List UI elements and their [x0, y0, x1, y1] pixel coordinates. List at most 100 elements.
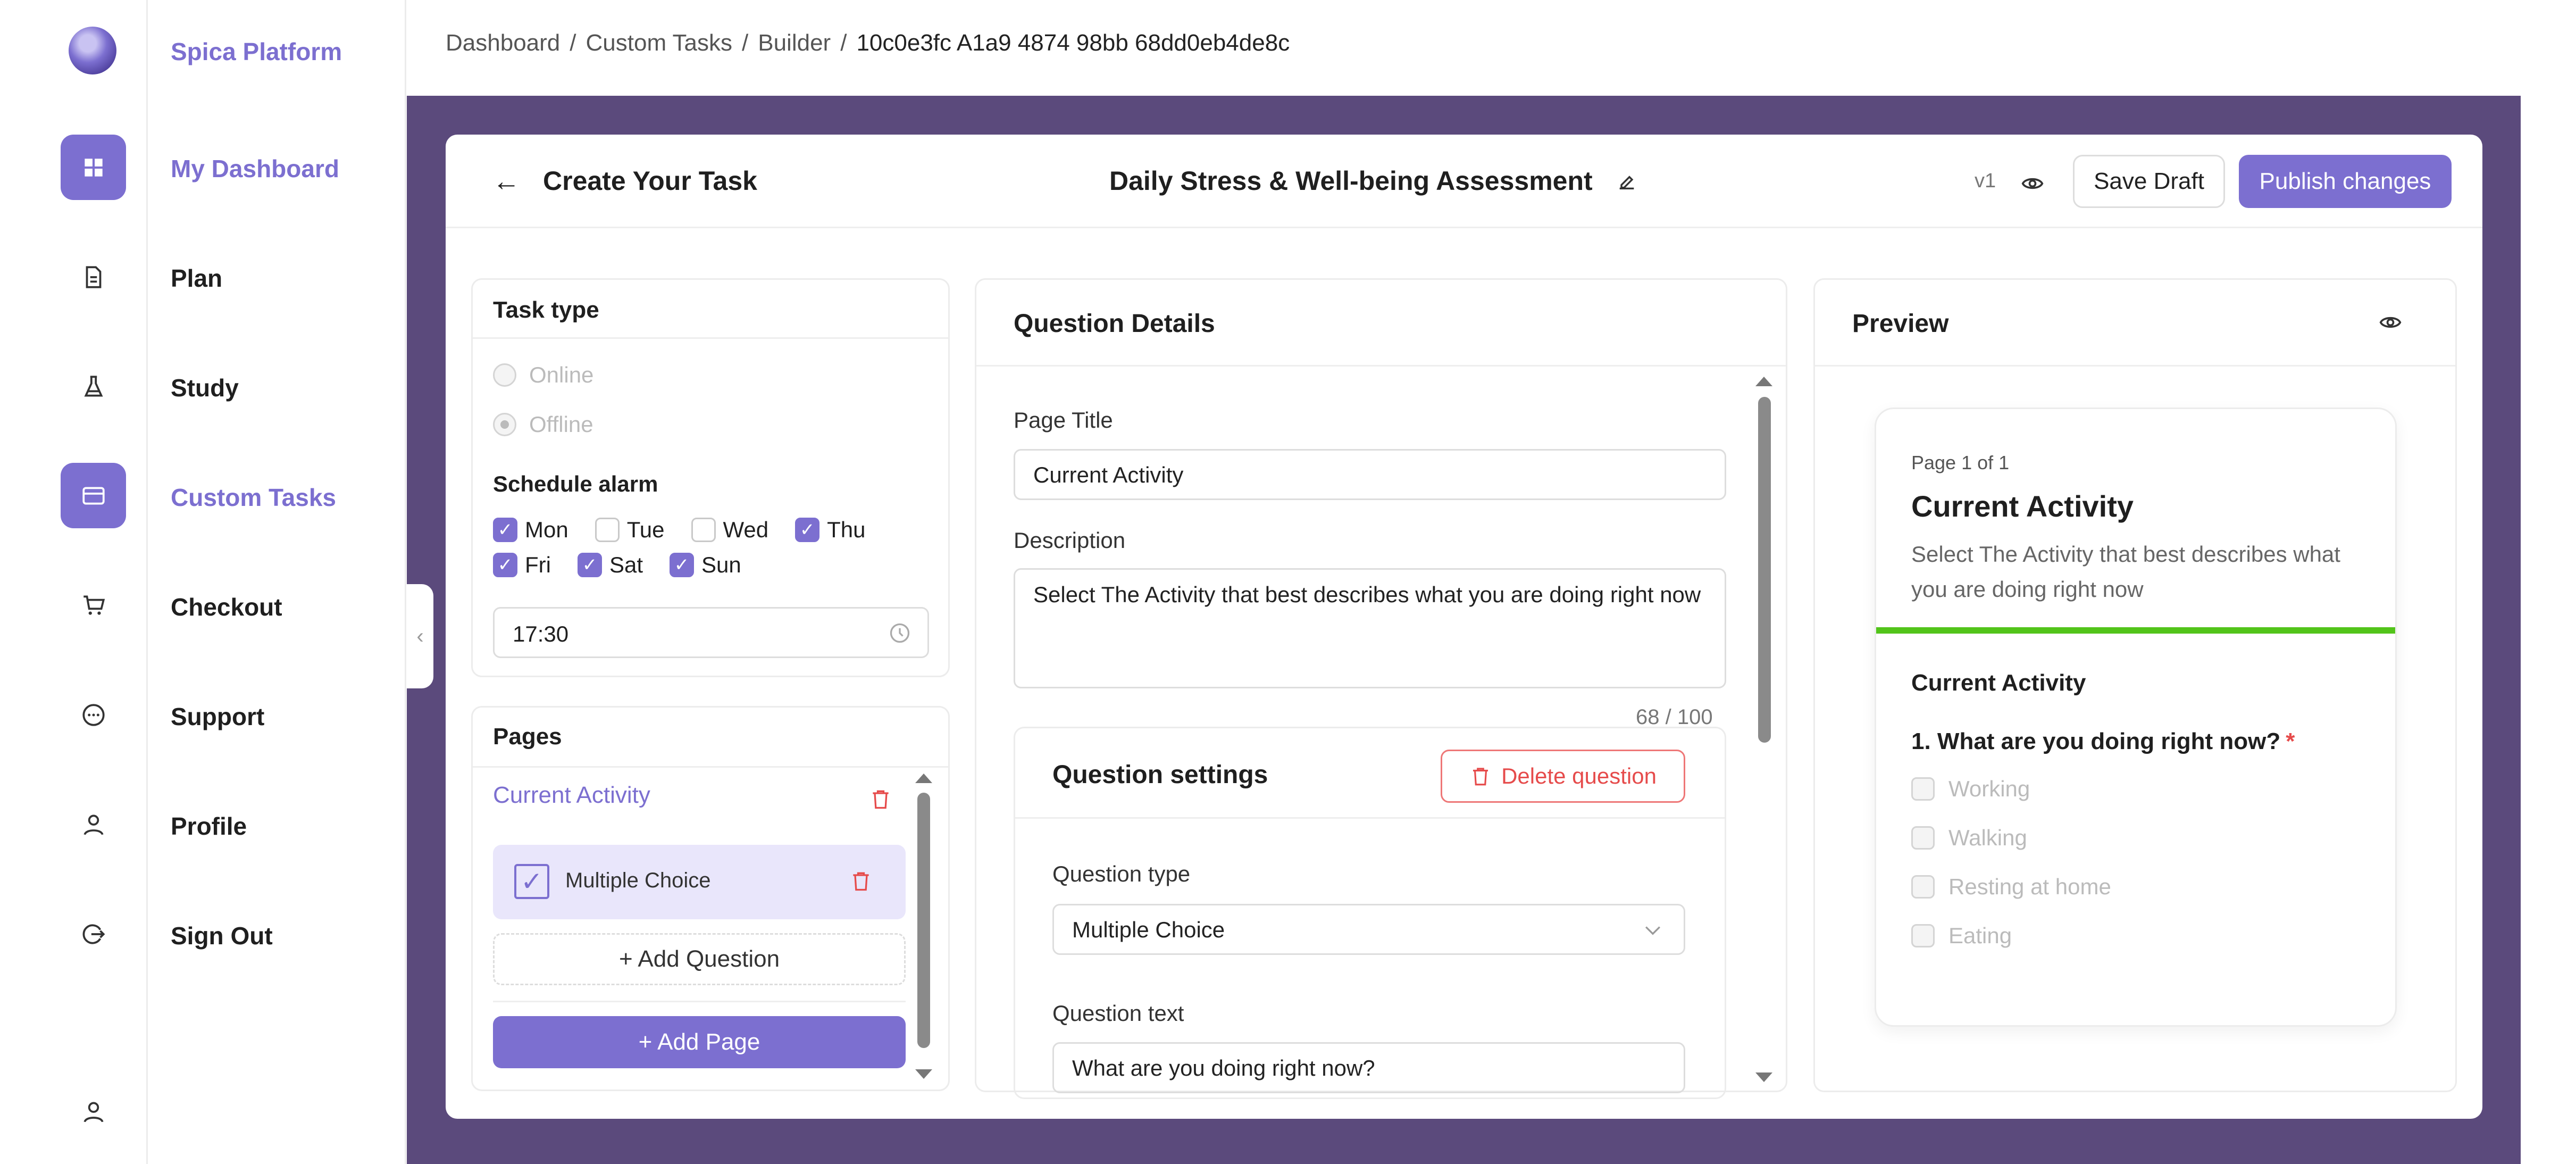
nav-signout-button[interactable] [61, 901, 126, 967]
sidebar-item-checkout[interactable]: Checkout [171, 593, 282, 621]
checkbox-sun[interactable]: ✓ [670, 553, 695, 577]
preview-progress-bar [1876, 627, 2395, 634]
sidebar-item-my-dashboard[interactable]: My Dashboard [171, 154, 339, 183]
chevron-down-icon [1641, 918, 1665, 947]
preview-question: 1. What are you doing right now? * [1911, 728, 2295, 754]
checkbox-wed[interactable] [691, 518, 716, 542]
question-type-select[interactable]: Multiple Choice [1052, 904, 1685, 955]
alarm-time-input[interactable]: 17:30 [493, 607, 929, 658]
user-icon [83, 814, 104, 835]
scroll-up-arrow-icon[interactable] [915, 774, 932, 783]
clock-icon [888, 621, 911, 650]
publish-changes-button[interactable]: Publish changes [2239, 155, 2452, 208]
sidebar-item-study[interactable]: Study [171, 373, 239, 402]
scroll-down-arrow-icon[interactable] [915, 1069, 932, 1079]
checkbox-thu[interactable]: ✓ [795, 518, 820, 542]
breadcrumb-builder[interactable]: Builder [758, 30, 831, 56]
divider [493, 1001, 906, 1002]
breadcrumb-custom-tasks[interactable]: Custom Tasks [586, 30, 733, 56]
checkbox-sat[interactable]: ✓ [577, 553, 602, 577]
eye-icon[interactable] [2021, 172, 2044, 198]
preview-panel: Preview Page 1 of 1 Current Activity Sel… [1813, 278, 2457, 1092]
breadcrumb-dashboard[interactable]: Dashboard [446, 30, 560, 56]
add-question-button[interactable]: + Add Question [493, 933, 906, 985]
checkbox-tue[interactable] [595, 518, 620, 542]
question-settings-header: Question settings Delete question [1015, 728, 1725, 819]
question-item[interactable]: ✓ Multiple Choice [493, 845, 906, 919]
preview-section-title: Current Activity [1911, 670, 2086, 696]
checkbox-icon[interactable] [1911, 777, 1935, 801]
chevron-left-icon: ‹ [416, 624, 424, 648]
checkbox-mon[interactable]: ✓ [493, 518, 517, 542]
nav-profile-button[interactable] [61, 792, 126, 857]
preview-option[interactable]: Working [1911, 776, 2030, 802]
eye-icon[interactable] [2379, 311, 2402, 337]
question-text-label: Question text [1052, 1001, 1184, 1026]
task-type-panel: Task type Online Offline Schedule alarm … [471, 278, 950, 677]
radio-offline-control[interactable] [493, 413, 516, 436]
sidebar-item-support[interactable]: Support [171, 702, 264, 731]
day-sat[interactable]: ✓ Sat [577, 552, 643, 578]
task-type-title: Task type [493, 297, 599, 323]
day-sun[interactable]: ✓ Sun [670, 552, 741, 578]
day-thu[interactable]: ✓ Thu [795, 517, 866, 543]
description-label: Description [1014, 528, 1126, 553]
add-page-button[interactable]: + Add Page [493, 1016, 906, 1068]
version-badge: v1 [1975, 170, 1996, 192]
day-mon[interactable]: ✓ Mon [493, 517, 568, 543]
builder-header: ← Create Your Task Daily Stress & Well-b… [446, 135, 2482, 228]
back-arrow-icon[interactable]: ← [492, 165, 520, 197]
nav-custom-tasks-button[interactable] [61, 463, 126, 528]
pages-scrollbar[interactable] [917, 793, 930, 1048]
radio-online-control[interactable] [493, 363, 516, 387]
edit-pencil-icon[interactable] [1616, 168, 1637, 198]
question-details-panel: Question Details Page Title Current Acti… [975, 278, 1787, 1099]
cart-icon [83, 595, 105, 615]
delete-question-button[interactable]: Delete question [1441, 750, 1685, 803]
sidebar-item-plan[interactable]: Plan [171, 264, 222, 293]
trash-icon [1473, 768, 1488, 786]
sidebar-item-custom-tasks[interactable]: Custom Tasks [171, 483, 336, 512]
description-textarea[interactable]: Select The Activity that best describes … [1014, 568, 1726, 688]
sidebar-item-profile[interactable]: Profile [171, 812, 247, 841]
brand-name: Spica Platform [171, 38, 342, 65]
checkbox-icon[interactable] [1911, 875, 1935, 899]
day-wed[interactable]: Wed [691, 517, 768, 543]
preview-description: Select The Activity that best describes … [1911, 542, 2340, 602]
preview-page-title: Current Activity [1911, 489, 2134, 523]
sidebar-item-sign-out[interactable]: Sign Out [171, 921, 273, 950]
checkbox-fri[interactable]: ✓ [493, 553, 517, 577]
question-settings-title: Question settings [1052, 761, 1268, 789]
radio-online[interactable]: Online [493, 362, 593, 388]
question-details-title: Question Details [1014, 310, 1215, 338]
logo-icon[interactable] [69, 27, 116, 74]
trash-icon[interactable] [849, 869, 873, 895]
nav-plan-button[interactable] [61, 244, 126, 310]
save-draft-button[interactable]: Save Draft [2073, 155, 2225, 208]
collapse-sidebar-button[interactable]: ‹ [407, 584, 433, 688]
preview-option[interactable]: Walking [1911, 825, 2027, 851]
scroll-up-arrow-icon[interactable] [1755, 377, 1772, 386]
sidebar: Spica Platform My Dashboard Plan Study C… [149, 0, 406, 1164]
task-name-text: Daily Stress & Well-being Assessment [1109, 166, 1593, 196]
nav-support-button[interactable] [61, 682, 126, 747]
radio-offline[interactable]: Offline [493, 412, 593, 437]
preview-option[interactable]: Resting at home [1911, 874, 2111, 900]
checkbox-icon[interactable] [1911, 826, 1935, 850]
preview-option[interactable]: Eating [1911, 923, 2012, 949]
nav-study-button[interactable] [61, 354, 126, 419]
nav-checkout-button[interactable] [61, 572, 126, 638]
details-scrollbar[interactable] [1758, 397, 1771, 743]
page-title-input[interactable]: Current Activity [1014, 449, 1726, 500]
scroll-down-arrow-icon[interactable] [1755, 1072, 1772, 1082]
preview-title: Preview [1852, 310, 1949, 338]
grid-icon [84, 158, 103, 177]
bottom-user-button[interactable] [61, 1079, 126, 1144]
question-text-input[interactable]: What are you doing right now? [1052, 1042, 1685, 1093]
nav-dashboard-button[interactable] [61, 135, 126, 200]
day-tue[interactable]: Tue [595, 517, 665, 543]
day-fri[interactable]: ✓ Fri [493, 552, 551, 578]
page-item-current-activity[interactable]: Current Activity [493, 782, 650, 809]
checkbox-icon[interactable] [1911, 924, 1935, 947]
trash-icon[interactable] [869, 787, 892, 813]
